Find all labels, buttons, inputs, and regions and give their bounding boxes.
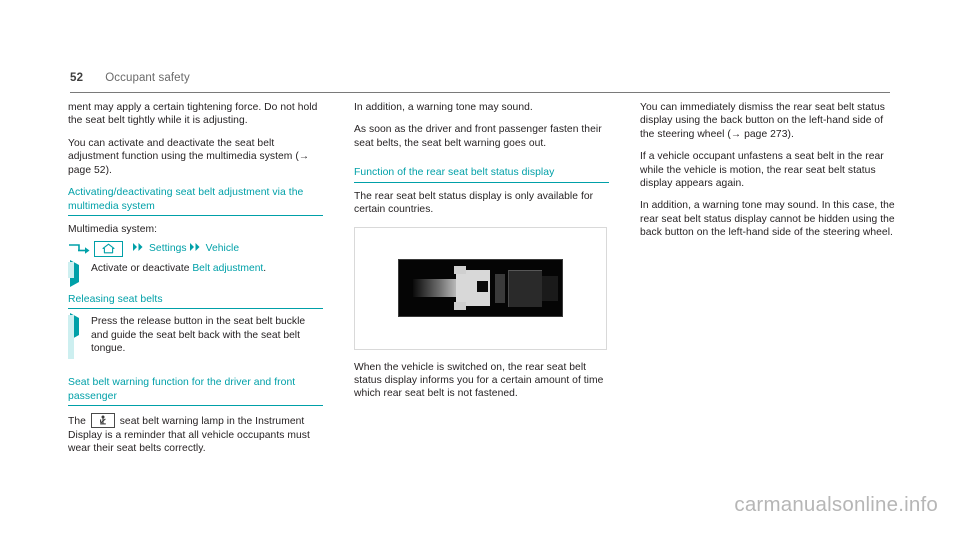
right-column: You can immediately dismiss the rear sea… bbox=[640, 101, 895, 465]
left-column: ment may apply a certain tightening forc… bbox=[68, 101, 323, 465]
middle-paragraph-2: As soon as the driver and front passenge… bbox=[354, 124, 602, 149]
middle-paragraph-1: In addition, a warning tone may sound. bbox=[354, 102, 533, 113]
double-chevron-icon-2 bbox=[189, 242, 202, 255]
left-paragraph-2-text-b: ). bbox=[105, 164, 112, 176]
hook-arrow-icon bbox=[68, 243, 90, 255]
heading-activating-deactivating: Activating/deactivating seat belt adjust… bbox=[68, 186, 323, 217]
seat-belt-buckle-illustration bbox=[398, 259, 563, 318]
step-row-2: Press the release button in the seat bel… bbox=[68, 313, 323, 355]
right-paragraph-1: You can immediately dismiss the rear sea… bbox=[640, 101, 895, 141]
right-paragraph-3: In addition, a warning tone may sound. I… bbox=[640, 200, 895, 239]
heading-releasing-seat-belts: Releasing seat belts bbox=[68, 293, 323, 310]
step-row: Activate or deactivate Belt adjustment. bbox=[68, 259, 323, 287]
watermark: carmanualsonline.info bbox=[734, 493, 938, 516]
step-text-a: Activate or deactivate bbox=[91, 262, 193, 274]
page-number: 52 bbox=[70, 72, 84, 84]
belt-adjustment-link[interactable]: Belt adjustment bbox=[192, 263, 263, 274]
multimedia-nav-block: Multimedia system: Settings Vehicle bbox=[68, 223, 323, 257]
left-paragraph-3-a: The bbox=[68, 416, 89, 428]
nav-item-settings[interactable]: Settings bbox=[149, 243, 187, 254]
right-paragraph-1-b: ). bbox=[787, 128, 794, 140]
seatbelt-warning-lamp-icon bbox=[90, 413, 115, 429]
middle-paragraph-3: The rear seat belt status display is onl… bbox=[354, 190, 594, 216]
left-paragraph-2: You can activate and deactivate the seat… bbox=[68, 137, 323, 177]
step-block-activate: Activate or deactivate Belt adjustment. bbox=[68, 259, 323, 287]
multimedia-system-label: Multimedia system: bbox=[68, 224, 158, 236]
middle-paragraph-4: When the vehicle is switched on, the rea… bbox=[354, 361, 604, 400]
nav-item-vehicle[interactable]: Vehicle bbox=[206, 243, 240, 254]
step-text-activate: Activate or deactivate Belt adjustment. bbox=[91, 262, 266, 275]
step-block-release: Press the release button in the seat bel… bbox=[68, 313, 323, 360]
middle-column: In addition, a warning tone may sound. A… bbox=[354, 101, 609, 465]
page-title: Occupant safety bbox=[105, 72, 190, 84]
step-side-bar bbox=[68, 261, 74, 278]
heading-function-rear-status-display: Function of the rear seat belt status di… bbox=[354, 166, 609, 183]
cross-reference-page-273[interactable]: → page 273 bbox=[731, 129, 788, 140]
left-paragraph-2-text-a: You can activate and deactivate the seat… bbox=[68, 137, 299, 163]
left-paragraph-1: ment may apply a certain tightening forc… bbox=[68, 102, 318, 127]
step-text-release: Press the release button in the seat bel… bbox=[91, 316, 306, 355]
heading-seat-belt-warning-function: Seat belt warning function for the drive… bbox=[68, 376, 323, 407]
double-chevron-icon bbox=[132, 242, 145, 255]
step-side-bar-2 bbox=[68, 315, 74, 360]
rear-seat-belt-status-display-figure bbox=[354, 226, 607, 350]
content-columns: ment may apply a certain tightening forc… bbox=[68, 101, 896, 465]
step-text-b: . bbox=[263, 262, 267, 274]
right-paragraph-2: If a vehicle occupant unfastens a seat b… bbox=[640, 151, 884, 190]
multimedia-nav-path: Settings Vehicle bbox=[68, 240, 323, 257]
left-paragraph-3: The seat belt warning lamp in the Instru… bbox=[68, 413, 323, 455]
home-icon[interactable] bbox=[94, 240, 123, 257]
page-header: 52 Occupant safety bbox=[70, 72, 890, 93]
